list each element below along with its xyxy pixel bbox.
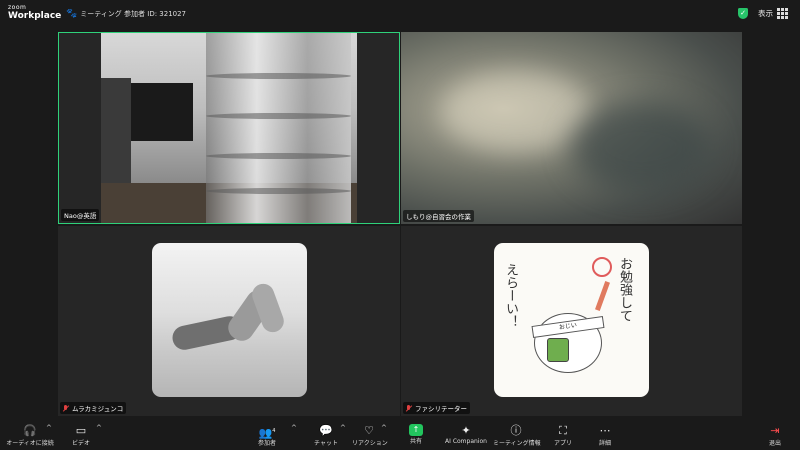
bottle-ring — [206, 113, 351, 119]
meeting-info-button[interactable]: ⓘ ミーティング情報 — [493, 424, 541, 447]
sparkle-icon: ✦ — [461, 424, 471, 437]
bottle-ring — [206, 153, 351, 159]
monitor-shape — [123, 83, 193, 141]
camera-feed-1 — [101, 33, 357, 223]
shield-icon[interactable]: ✓ — [738, 8, 748, 19]
pc-tower-shape — [101, 78, 131, 198]
chevron-up-icon[interactable]: ^ — [46, 424, 52, 432]
top-right-controls: ✓ 表示 — [738, 8, 788, 19]
apps-button[interactable]: ⛶ アプリ — [553, 424, 573, 447]
grid-icon — [777, 8, 788, 19]
more-button[interactable]: ⋯ 詳細 — [596, 424, 614, 447]
pencil-drawing — [595, 281, 610, 311]
view-label: 表示 — [758, 9, 773, 18]
video-button[interactable]: ▭ ビデオ — [66, 424, 96, 447]
chat-button[interactable]: 💬 チャット — [311, 424, 341, 447]
view-button[interactable]: 表示 — [758, 8, 788, 19]
share-button[interactable]: ↑ 共有 — [405, 424, 427, 445]
letterbox-left — [59, 33, 101, 223]
chevron-up-icon[interactable]: ^ — [340, 424, 346, 432]
video-tile-2[interactable]: しもり@自習会の作業 — [401, 32, 742, 224]
exit-button[interactable]: ⇥ 退出 — [766, 424, 784, 447]
bottle-shape — [206, 33, 351, 223]
people-icon: 👥4 — [258, 426, 276, 440]
letterbox-right — [357, 33, 399, 223]
chevron-up-icon[interactable]: ^ — [291, 424, 297, 432]
chat-icon: 💬 — [319, 424, 333, 437]
meeting-title: ミーティング 参加者 ID: 321027 — [80, 10, 187, 18]
video-tile-1[interactable]: Nao@英語 — [58, 32, 400, 224]
mic-muted-icon — [63, 404, 69, 412]
logo-big: Workplace — [8, 11, 62, 21]
mic-muted-icon — [406, 404, 412, 412]
top-bar: zoom Workplace 🐾 ミーティング 参加者 ID: 321027 ✓… — [0, 0, 800, 30]
bottom-toolbar: 🎧 オーディオに接続 ^ ▭ ビデオ ^ 👥4 参加者 ^ 💬 チャット ^ ♡… — [0, 420, 800, 450]
blurred-feed — [441, 72, 591, 152]
share-icon: ↑ — [409, 424, 423, 436]
chevron-up-icon[interactable]: ^ — [96, 424, 102, 432]
camera-icon: ▭ — [75, 424, 87, 437]
avatar-photo-3 — [152, 243, 307, 397]
bottle-ring — [206, 188, 351, 194]
bottle-ring — [206, 73, 351, 79]
praise-text-right: お勉強して — [616, 257, 632, 322]
participant-name: Nao@英語 — [61, 209, 100, 221]
flower-drawing — [592, 257, 612, 277]
paw-icon: 🐾 — [66, 9, 78, 19]
more-icon: ⋯ — [599, 424, 611, 437]
avatar-illustration-4: お勉強して えらーい！ おじい — [494, 243, 649, 397]
meeting-info[interactable]: 🐾 ミーティング 参加者 ID: 321027 — [66, 9, 186, 19]
participant-name: ムラカミジュンコ — [60, 402, 127, 414]
praise-text-left: えらーい！ — [502, 263, 518, 328]
chevron-up-icon[interactable]: ^ — [381, 424, 387, 432]
participants-button[interactable]: 👥4 参加者 — [252, 424, 282, 447]
exit-icon: ⇥ — [770, 424, 780, 437]
blurred-feed — [571, 102, 711, 192]
zoom-logo: zoom Workplace — [8, 5, 61, 21]
info-icon: ⓘ — [510, 424, 522, 437]
ai-companion-button[interactable]: ✦ AI Companion — [443, 424, 489, 445]
participant-name: ファシリテーター — [403, 402, 470, 414]
participant-name: しもり@自習会の作業 — [403, 210, 474, 222]
apps-icon: ⛶ — [559, 424, 567, 437]
book-drawing — [547, 338, 569, 362]
